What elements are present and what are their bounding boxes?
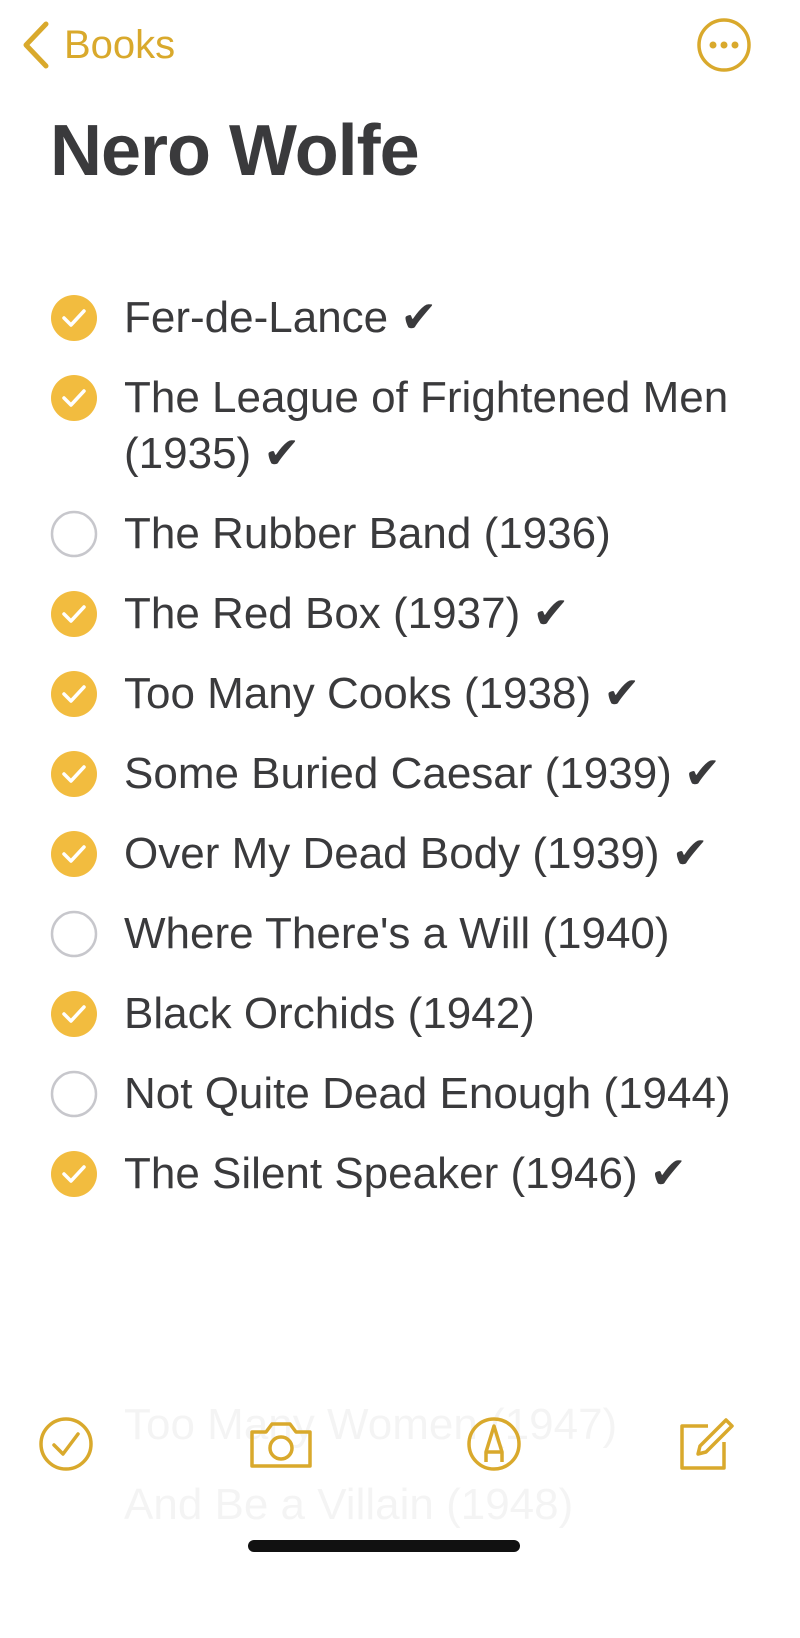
checklist-button[interactable] [34, 1412, 98, 1476]
checklist-item[interactable]: The Silent Speaker (1946) ✔ [0, 1146, 800, 1202]
back-button[interactable]: Books [18, 20, 175, 70]
checklist-item[interactable]: Too Many Cooks (1938) ✔ [0, 666, 800, 722]
checklist-item[interactable]: Some Buried Caesar (1939) ✔ [0, 746, 800, 802]
checklist-item-label: Some Buried Caesar (1939) ✔ [124, 749, 721, 798]
checked-circle-icon[interactable] [50, 590, 98, 638]
checklist-item[interactable]: Where There's a Will (1940) [0, 906, 800, 962]
checklist-item[interactable]: Over My Dead Body (1939) ✔ [0, 826, 800, 882]
checklist-item-label: Where There's a Will (1940) [124, 909, 670, 958]
unchecked-circle-icon[interactable] [50, 910, 98, 958]
navigation-bar: Books [0, 0, 800, 90]
checked-circle-icon[interactable] [50, 294, 98, 342]
markup-button[interactable] [462, 1412, 526, 1476]
checked-circle-icon[interactable] [50, 670, 98, 718]
bottom-toolbar [0, 1412, 800, 1492]
compose-button[interactable] [674, 1412, 738, 1476]
camera-icon [250, 1422, 312, 1468]
unchecked-circle-icon[interactable] [50, 510, 98, 558]
checklist-item-label: The Silent Speaker (1946) ✔ [124, 1149, 687, 1198]
more-options-button[interactable] [696, 17, 752, 73]
checked-circle-icon[interactable] [50, 750, 98, 798]
checked-circle-icon[interactable] [50, 1150, 98, 1198]
checklist-item[interactable]: The Red Box (1937) ✔ [0, 586, 800, 642]
checklist: Fer-de-Lance ✔ The League of Frightened M… [0, 290, 800, 1226]
checklist-item-label: Fer-de-Lance ✔ [124, 293, 438, 342]
checklist-item[interactable]: The League of Frightened Men (1935) ✔ [0, 370, 800, 482]
checklist-item-label: Black Orchids (1942) [124, 989, 535, 1038]
checklist-item-label: The Rubber Band (1936) [124, 509, 611, 558]
checklist-item[interactable]: Fer-de-Lance ✔ [0, 290, 800, 346]
chevron-left-icon [23, 21, 49, 69]
checklist-item-label: Not Quite Dead Enough (1944) [124, 1069, 731, 1118]
home-indicator[interactable] [248, 1540, 520, 1552]
checked-circle-icon[interactable] [50, 830, 98, 878]
markup-icon [467, 1417, 521, 1471]
camera-button[interactable] [246, 1412, 316, 1476]
checklist-item-label: The League of Frightened Men (1935) ✔ [124, 373, 729, 478]
checked-circle-icon[interactable] [50, 990, 98, 1038]
checklist-item-label: The Red Box (1937) ✔ [124, 589, 570, 638]
checklist-item-label: Over My Dead Body (1939) ✔ [124, 829, 709, 878]
unchecked-circle-icon[interactable] [50, 1070, 98, 1118]
note-title[interactable]: Nero Wolfe [50, 110, 420, 192]
checked-circle-icon[interactable] [50, 374, 98, 422]
checklist-item[interactable]: Black Orchids (1942) [0, 986, 800, 1042]
ellipsis-circle-icon [697, 18, 751, 72]
checklist-item[interactable]: The Rubber Band (1936) [0, 506, 800, 562]
checklist-item[interactable]: Not Quite Dead Enough (1944) [0, 1066, 800, 1122]
checklist-icon [39, 1417, 93, 1471]
compose-icon [680, 1418, 734, 1470]
back-button-label: Books [64, 23, 176, 67]
checklist-item-label: Too Many Cooks (1938) ✔ [124, 669, 641, 718]
